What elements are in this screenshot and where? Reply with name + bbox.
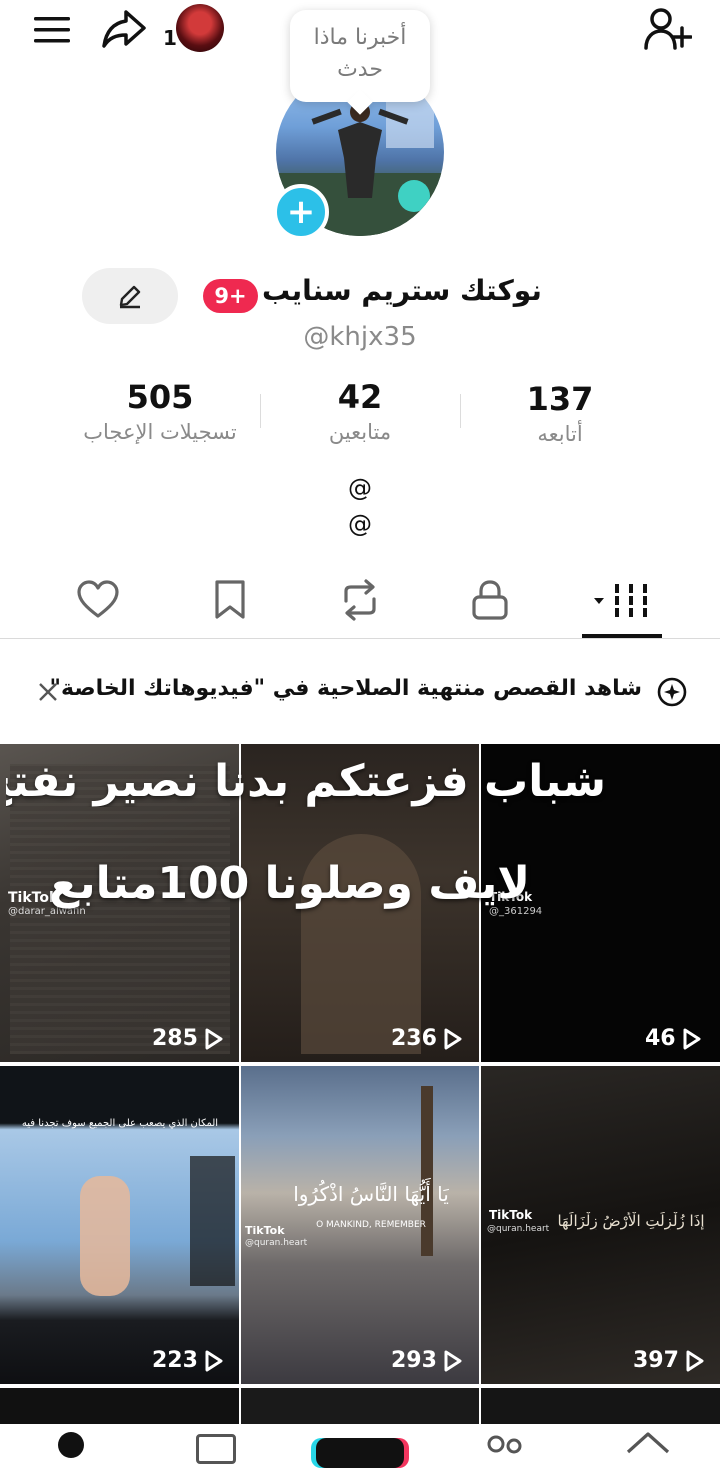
view-count: 397 bbox=[633, 1348, 705, 1373]
lock-icon bbox=[472, 580, 508, 620]
nav-create-button[interactable] bbox=[316, 1438, 404, 1468]
tab-reposts[interactable] bbox=[332, 576, 388, 624]
view-count-value: 223 bbox=[152, 1348, 198, 1373]
tiktok-logo: TikTok bbox=[489, 1208, 533, 1222]
video-thumbnail[interactable] bbox=[0, 1388, 239, 1424]
video-thumbnail[interactable] bbox=[241, 1388, 479, 1424]
tabs-divider bbox=[0, 638, 720, 639]
notification-count: 1 bbox=[163, 26, 177, 50]
story-avatar[interactable] bbox=[176, 4, 224, 52]
view-count: 236 bbox=[391, 1026, 463, 1051]
tab-private[interactable] bbox=[462, 576, 518, 624]
play-icon bbox=[444, 1350, 462, 1371]
video-watermark: @quran.heart bbox=[487, 1224, 550, 1234]
video-thumbnail[interactable]: TikTok @quran.heart يَا أَيُّهَا النَّاس… bbox=[241, 1066, 479, 1384]
following-count: 137 bbox=[526, 380, 594, 418]
tiktok-logo: TikTok bbox=[245, 1224, 285, 1237]
edit-profile-button[interactable] bbox=[82, 268, 178, 324]
video-subcaption: O MANKIND, REMEMBER bbox=[316, 1220, 426, 1230]
add-story-button[interactable]: + bbox=[273, 184, 329, 240]
share-icon bbox=[102, 10, 146, 48]
profile-name: نوكتك ستريم سنايب bbox=[262, 274, 542, 307]
view-count: 46 bbox=[645, 1026, 702, 1051]
hamburger-icon bbox=[34, 17, 70, 43]
play-icon bbox=[686, 1350, 704, 1371]
following-label: أتابعه bbox=[537, 422, 583, 446]
likes-label: تسجيلات الإعجاب bbox=[83, 420, 237, 444]
view-count-value: 397 bbox=[633, 1348, 679, 1373]
view-count-value: 285 bbox=[152, 1026, 198, 1051]
bio-line: @ bbox=[348, 510, 372, 538]
view-count: 285 bbox=[152, 1026, 224, 1051]
add-friend-button[interactable] bbox=[640, 4, 694, 54]
sparkle-icon bbox=[657, 677, 687, 707]
nav-profile-button[interactable] bbox=[58, 1432, 84, 1458]
view-count-value: 236 bbox=[391, 1026, 437, 1051]
view-count: 223 bbox=[152, 1348, 224, 1373]
play-icon bbox=[444, 1028, 462, 1049]
game-ui-panel bbox=[190, 1156, 235, 1286]
bottom-navigation bbox=[0, 1424, 720, 1468]
play-icon bbox=[205, 1028, 223, 1049]
play-icon bbox=[205, 1350, 223, 1371]
video-thumbnail[interactable] bbox=[481, 1388, 720, 1424]
stat-followers[interactable]: 42 متابعين bbox=[260, 378, 460, 444]
pencil-icon bbox=[119, 285, 141, 309]
add-user-icon bbox=[644, 8, 692, 50]
fence-post bbox=[421, 1086, 433, 1256]
profile-handle: @khjx35 bbox=[303, 322, 417, 352]
view-count-value: 293 bbox=[391, 1348, 437, 1373]
tab-favorites[interactable] bbox=[202, 576, 258, 624]
view-count: 293 bbox=[391, 1348, 463, 1373]
followers-label: متابعين bbox=[328, 420, 392, 444]
notification-badge: 9+ bbox=[203, 279, 258, 313]
pinned-overlay-text-2: لايف وصلونا 100متابع bbox=[49, 858, 530, 909]
share-button[interactable] bbox=[98, 6, 150, 52]
stat-likes[interactable]: 505 تسجيلات الإعجاب bbox=[60, 378, 260, 444]
nav-home-button[interactable] bbox=[624, 1430, 672, 1456]
likes-count: 505 bbox=[126, 378, 194, 416]
pinned-overlay-text-1: شباب فزعتكم بدنا نصير نفتح bbox=[6, 756, 606, 807]
video-caption: إِذَا زُلْزِلَتِ الْأَرْضُ زِلْزَالَهَا bbox=[557, 1212, 705, 1230]
menu-button[interactable] bbox=[28, 10, 76, 50]
nav-friends-button[interactable] bbox=[484, 1434, 528, 1458]
video-caption: المكان الذي يصعب على الجميع سوف تجدنا في… bbox=[21, 1118, 219, 1129]
active-tab-indicator bbox=[582, 634, 662, 638]
video-watermark: @quran.heart bbox=[245, 1238, 308, 1248]
bio-line: @ bbox=[348, 474, 372, 502]
grid-icon bbox=[594, 584, 647, 617]
feedback-bubble[interactable]: أخبرنا ماذا حدث bbox=[290, 10, 430, 102]
friends-icon bbox=[487, 1435, 522, 1454]
followers-count: 42 bbox=[337, 378, 383, 416]
nav-inbox-button[interactable] bbox=[196, 1434, 236, 1464]
home-icon bbox=[626, 1432, 670, 1454]
tab-videos[interactable] bbox=[582, 576, 662, 624]
video-thumbnail[interactable]: المكان الذي يصعب على الجميع سوف تجدنا في… bbox=[0, 1066, 239, 1384]
repost-icon bbox=[344, 579, 376, 621]
stat-following[interactable]: 137 أتابعه bbox=[460, 380, 660, 446]
play-icon bbox=[683, 1028, 701, 1049]
video-caption: يَا أَيُّهَا النَّاسُ اذْكُرُوا bbox=[293, 1182, 449, 1206]
heart-icon bbox=[77, 580, 119, 618]
tab-liked[interactable] bbox=[70, 576, 126, 624]
video-thumbnail[interactable]: TikTok @quran.heart إِذَا زُلْزِلَتِ الْ… bbox=[481, 1066, 720, 1384]
bookmark-icon bbox=[215, 580, 245, 619]
view-count-value: 46 bbox=[645, 1026, 676, 1051]
banner-text[interactable]: شاهد القصص منتهية الصلاحية في "فيديوهاتك… bbox=[50, 676, 642, 701]
banner-icon bbox=[654, 674, 690, 710]
character-shape bbox=[80, 1176, 130, 1296]
